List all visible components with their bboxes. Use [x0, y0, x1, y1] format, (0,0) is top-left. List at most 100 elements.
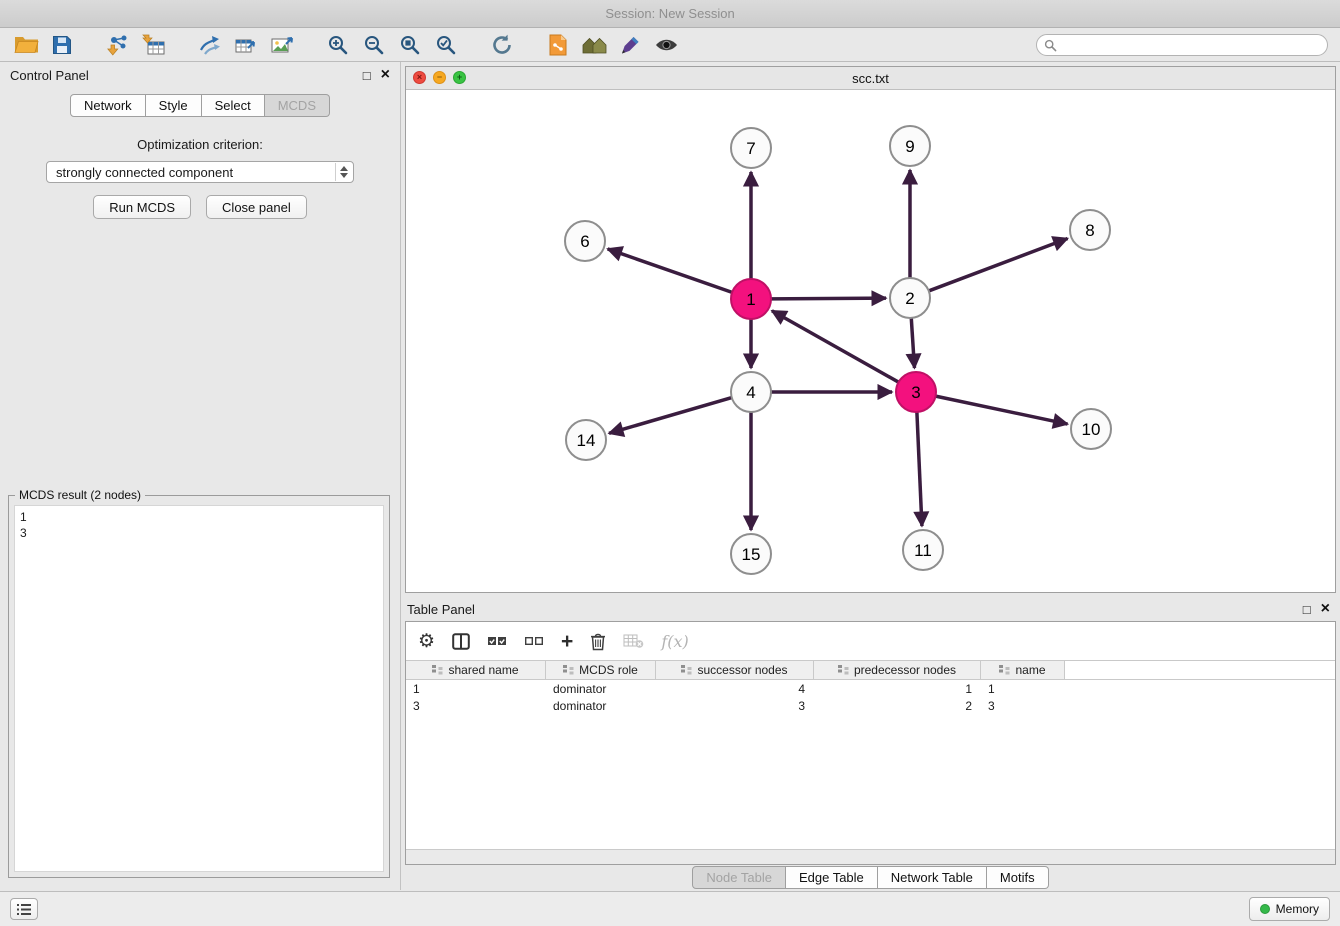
- deselect-all-icon[interactable]: [524, 633, 544, 649]
- column-header-name[interactable]: name: [981, 661, 1065, 679]
- import-network-icon: [106, 34, 130, 56]
- edge-3-10[interactable]: [936, 396, 1068, 424]
- first-neighbors-button[interactable]: [576, 31, 612, 59]
- horizontal-scrollbar[interactable]: [406, 849, 1335, 864]
- network-canvas[interactable]: 7968124314101511: [406, 90, 1335, 592]
- save-session-icon: [52, 35, 72, 55]
- export-image-icon: [270, 34, 294, 56]
- import-table-button[interactable]: [136, 31, 172, 59]
- table-row[interactable]: 1 dominator 4 1 1: [406, 680, 1335, 697]
- show-columns-icon[interactable]: [452, 633, 470, 650]
- zoom-fit-button[interactable]: [392, 31, 428, 59]
- column-header-filler: [1065, 661, 1335, 679]
- float-panel-icon[interactable]: □: [363, 69, 371, 82]
- control-panel-header: Control Panel □ ×: [0, 62, 400, 88]
- add-row-icon[interactable]: +: [561, 631, 573, 652]
- tab-node-table[interactable]: Node Table: [692, 866, 786, 889]
- table-panel-tabs: Node Table Edge Table Network Table Moti…: [405, 864, 1336, 890]
- search-field-wrap: [1036, 34, 1328, 56]
- window-controls: × − +: [413, 71, 466, 84]
- edge-2-8[interactable]: [929, 238, 1068, 290]
- search-input[interactable]: [1036, 34, 1328, 56]
- open-folder-icon: [14, 35, 39, 54]
- select-all-icon[interactable]: [487, 633, 507, 649]
- edge-4-14[interactable]: [609, 398, 732, 434]
- new-network-icon: [198, 34, 222, 56]
- task-history-button[interactable]: [10, 898, 38, 920]
- sort-icon: [432, 665, 443, 675]
- annotation-button[interactable]: [612, 31, 648, 59]
- cell-successor-nodes[interactable]: 3: [656, 699, 814, 713]
- cell-predecessor-nodes[interactable]: 2: [814, 699, 981, 713]
- float-table-panel-icon[interactable]: □: [1303, 603, 1311, 616]
- tab-select[interactable]: Select: [202, 94, 265, 117]
- cell-mcds-role[interactable]: dominator: [546, 699, 656, 713]
- status-bar: Memory: [0, 891, 1340, 926]
- table-row[interactable]: 3 dominator 3 2 3: [406, 697, 1335, 714]
- mcds-result-list[interactable]: 1 3: [14, 505, 384, 872]
- window-title: Session: New Session: [605, 6, 734, 21]
- delete-row-icon[interactable]: [590, 632, 606, 651]
- column-header-shared-name[interactable]: shared name: [406, 661, 546, 679]
- column-label: MCDS role: [579, 663, 638, 677]
- tab-motifs[interactable]: Motifs: [987, 866, 1049, 889]
- network-window-titlebar[interactable]: × − + scc.txt: [406, 67, 1335, 90]
- criterion-dropdown[interactable]: strongly connected component: [46, 161, 354, 183]
- zoom-selected-button[interactable]: [428, 31, 464, 59]
- zoom-out-button[interactable]: [356, 31, 392, 59]
- column-label: name: [1015, 663, 1045, 677]
- cell-shared-name[interactable]: 3: [406, 699, 546, 713]
- node-label-2: 2: [905, 289, 914, 308]
- run-mcds-button[interactable]: Run MCDS: [93, 195, 191, 219]
- tab-network[interactable]: Network: [70, 94, 146, 117]
- zoom-fit-icon: [399, 34, 421, 56]
- node-label-6: 6: [580, 232, 589, 251]
- cell-successor-nodes[interactable]: 4: [656, 682, 814, 696]
- application-window: Session: New Session: [0, 0, 1340, 926]
- cell-shared-name[interactable]: 1: [406, 682, 546, 696]
- tab-style[interactable]: Style: [146, 94, 202, 117]
- tab-network-table[interactable]: Network Table: [878, 866, 987, 889]
- close-panel-button[interactable]: Close panel: [206, 195, 307, 219]
- tab-edge-table[interactable]: Edge Table: [786, 866, 878, 889]
- cell-name[interactable]: 1: [981, 682, 1065, 696]
- zoom-selected-icon: [435, 34, 457, 56]
- cell-name[interactable]: 3: [981, 699, 1065, 713]
- column-header-mcds-role[interactable]: MCDS role: [546, 661, 656, 679]
- zoom-in-button[interactable]: [320, 31, 356, 59]
- edge-3-1[interactable]: [772, 311, 899, 382]
- apply-layout-button[interactable]: [484, 31, 520, 59]
- edge-1-2[interactable]: [771, 298, 886, 299]
- cell-predecessor-nodes[interactable]: 1: [814, 682, 981, 696]
- save-session-button[interactable]: [44, 31, 80, 59]
- window-titlebar[interactable]: Session: New Session: [0, 0, 1340, 28]
- close-table-panel-icon[interactable]: ×: [1321, 601, 1330, 617]
- network-view-window: × − + scc.txt 7968124314101511: [405, 66, 1336, 593]
- new-table-button[interactable]: [228, 31, 264, 59]
- open-session-button[interactable]: [8, 31, 44, 59]
- minimize-window-icon[interactable]: −: [433, 71, 446, 84]
- node-label-15: 15: [742, 545, 761, 564]
- close-window-icon[interactable]: ×: [413, 71, 426, 84]
- export-image-button[interactable]: [264, 31, 300, 59]
- edge-1-6[interactable]: [608, 249, 732, 292]
- show-hide-button[interactable]: [648, 31, 684, 59]
- network-window-title: scc.txt: [852, 71, 889, 86]
- node-label-10: 10: [1082, 420, 1101, 439]
- memory-button[interactable]: Memory: [1249, 897, 1330, 921]
- copy-style-button[interactable]: [540, 31, 576, 59]
- column-header-predecessor-nodes[interactable]: predecessor nodes: [814, 661, 981, 679]
- node-label-14: 14: [577, 431, 596, 450]
- node-label-4: 4: [746, 383, 755, 402]
- import-network-button[interactable]: [100, 31, 136, 59]
- cell-mcds-role[interactable]: dominator: [546, 682, 656, 696]
- close-panel-icon[interactable]: ×: [381, 67, 390, 83]
- edge-2-3[interactable]: [911, 318, 914, 368]
- tab-mcds[interactable]: MCDS: [265, 94, 330, 117]
- maximize-window-icon[interactable]: +: [453, 71, 466, 84]
- edge-3-11[interactable]: [917, 412, 922, 526]
- column-header-successor-nodes[interactable]: successor nodes: [656, 661, 814, 679]
- column-label: shared name: [448, 663, 518, 677]
- table-options-icon[interactable]: ⚙: [418, 632, 435, 651]
- new-network-button[interactable]: [192, 31, 228, 59]
